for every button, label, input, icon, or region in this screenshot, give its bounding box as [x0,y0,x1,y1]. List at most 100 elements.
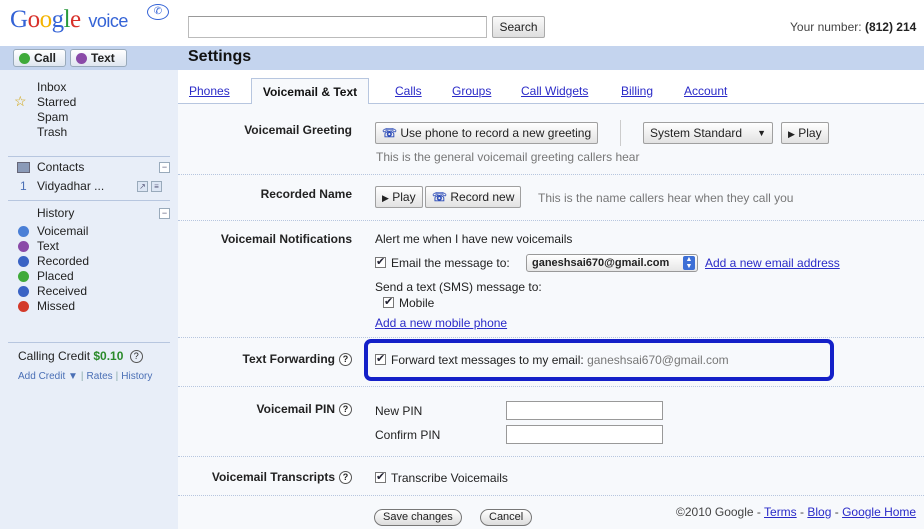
chevron-down-icon: ▼ [757,128,766,138]
contacts-icon [17,162,30,173]
settings-tabs: Phones Voicemail & Text Calls Groups Cal… [178,72,924,105]
terms-link[interactable]: Terms [764,505,797,519]
mobile-label: Mobile [399,296,435,310]
sidebar-item-received[interactable]: Received [0,284,178,299]
calling-credit-value: $0.10 [93,349,124,363]
credit-links: Add Credit ▼ | Rates | History [18,371,152,382]
header: Google voice ✆ Search Your number: (812)… [0,0,924,46]
blog-link[interactable]: Blog [807,505,831,519]
google-home-link[interactable]: Google Home [842,505,916,519]
tab-billing[interactable]: Billing [621,84,653,98]
text-button[interactable]: Text [70,49,127,67]
help-icon[interactable]: ? [339,353,352,367]
tab-voicemail-text[interactable]: Voicemail & Text [251,78,369,105]
add-mobile-link[interactable]: Add a new mobile phone [375,316,507,330]
transcribe-option[interactable]: Transcribe Voicemails [375,470,508,485]
sidebar-item-label: Recorded [37,254,90,268]
tab-groups[interactable]: Groups [452,84,491,98]
text-icon [18,241,29,252]
mobile-option[interactable]: Mobile [383,295,435,310]
confirm-pin-label: Confirm PIN [375,428,441,442]
call-button[interactable]: Call [13,49,66,67]
greeting-play-label: Play [798,126,822,140]
play-icon: ▶ [382,193,389,203]
transcribe-label: Transcribe Voicemails [391,471,508,485]
row-divider [178,174,924,175]
placed-icon [18,271,29,282]
sidebar-item-text[interactable]: Text [0,239,178,254]
voicemail-pin-label-text: Voicemail PIN [256,402,335,416]
transcribe-checkbox[interactable] [375,470,386,483]
tab-calls[interactable]: Calls [395,84,422,98]
sidebar-item-placed[interactable]: Placed [0,269,178,284]
calling-credit: Calling Credit $0.10 ? [18,349,143,364]
record-greeting-button[interactable]: ☏ Use phone to record a new greeting [375,122,599,144]
tab-phones[interactable]: Phones [189,84,230,98]
sidebar-item-history[interactable]: History − [0,206,178,221]
your-number-label: Your number: [790,20,862,34]
call-text-bar: Call Text [0,46,178,70]
sidebar-item-contacts[interactable]: Contacts − [0,160,178,175]
record-new-button[interactable]: ☏ Record new [425,186,522,208]
settings-bar: Settings [178,46,924,70]
your-number: Your number: (812) 214 [790,20,916,34]
new-pin-input[interactable] [506,401,663,420]
collapse-history-icon[interactable]: − [159,208,170,219]
call-contact-icon[interactable]: ↗ [137,181,148,192]
add-credit-link[interactable]: Add Credit ▼ [18,371,78,382]
tab-account[interactable]: Account [684,84,727,98]
divider [8,156,170,157]
text-contact-icon[interactable]: ≡ [151,181,162,192]
greeting-play-button[interactable]: ▶ Play [781,122,829,144]
sidebar-item-starred-label: Starred [37,95,77,109]
save-changes-button[interactable]: Save changes [374,509,462,526]
email-select-value: ganeshsai670@gmail.com [532,257,670,269]
history-link[interactable]: History [121,371,152,382]
divider [8,200,170,201]
voicemail-transcripts-label-text: Voicemail Transcripts [211,470,335,484]
alert-text: Alert me when I have new voicemails [375,232,573,246]
page-title: Settings [188,48,252,65]
sidebar-item-missed[interactable]: Missed [0,299,178,314]
mobile-checkbox[interactable] [383,295,394,308]
row-divider [178,337,924,338]
contact-item[interactable]: 1 Vidyadhar ... ↗ ≡ [0,179,178,194]
sidebar-item-label: Received [37,284,88,298]
name-play-button[interactable]: ▶ Play [375,186,423,208]
search-button[interactable]: Search [492,16,545,38]
cancel-button[interactable]: Cancel [480,509,533,526]
collapse-contacts-icon[interactable]: − [159,162,170,173]
tab-call-widgets[interactable]: Call Widgets [521,84,588,98]
divider [620,120,621,146]
google-voice-logo[interactable]: Google voice [10,6,128,34]
email-select[interactable]: ganeshsai670@gmail.com ▲ ▼ [526,254,698,272]
greeting-select[interactable]: System Standard ▼ [643,122,773,144]
email-notification-option[interactable]: Email the message to: [375,255,510,270]
footer-separator: - [831,505,843,519]
calling-credit-label: Calling Credit [18,349,91,363]
voicemail-pin-label: Voicemail PIN? [178,402,352,417]
recorded-icon [18,256,29,267]
search-input[interactable] [188,16,487,38]
email-notification-label: Email the message to: [391,256,510,270]
greeting-hint: This is the general voicemail greeting c… [376,150,640,164]
text-forwarding-label: Text Forwarding? [178,352,352,367]
record-new-label: Record new [450,190,515,204]
highlight-annotation [364,339,834,381]
help-icon[interactable]: ? [339,471,352,485]
help-icon[interactable]: ? [129,350,143,364]
rates-link[interactable]: Rates [87,371,113,382]
confirm-pin-input[interactable] [506,425,663,444]
call-button-label: Call [34,51,57,65]
sidebar-item-recorded[interactable]: Recorded [0,254,178,269]
sidebar-item-voicemail[interactable]: Voicemail [0,224,178,239]
add-email-link[interactable]: Add a new email address [705,256,840,270]
sidebar-item-starred[interactable]: ☆ Starred [0,94,178,110]
record-greeting-label: Use phone to record a new greeting [400,126,592,140]
sms-text: Send a text (SMS) message to: [375,280,542,294]
sidebar-item-label: Missed [37,299,76,313]
help-icon[interactable]: ? [339,403,352,417]
row-divider [178,495,924,496]
email-notification-checkbox[interactable] [375,255,386,268]
footer-separator: - [796,505,808,519]
